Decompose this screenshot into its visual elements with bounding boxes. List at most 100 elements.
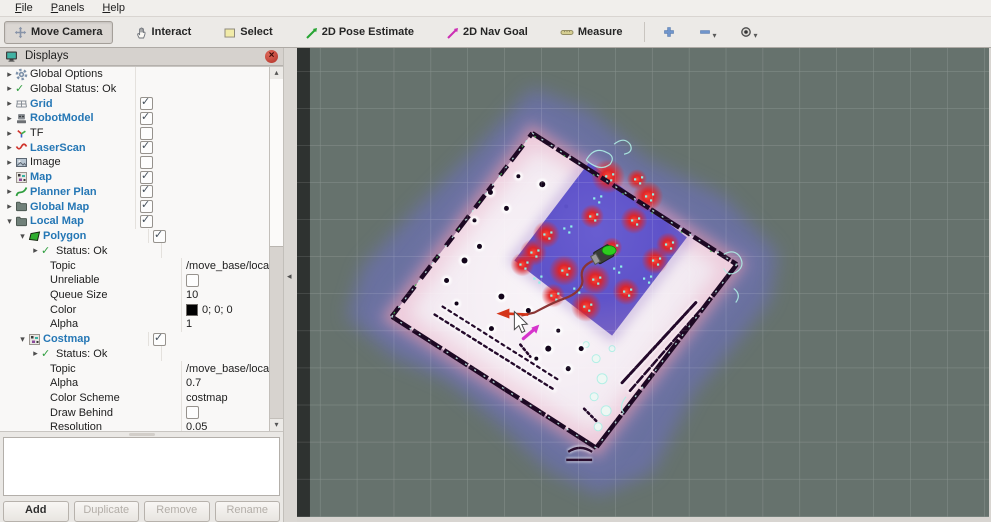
display-label: Topic [50, 362, 76, 375]
monitor-icon [5, 50, 20, 63]
display-row-grid[interactable]: ▸ Grid [0, 96, 270, 111]
dropdown-caret-icon[interactable]: ▾ [754, 32, 758, 40]
display-row-global-map[interactable]: ▸ Global Map [0, 199, 270, 214]
display-row-costmap[interactable]: ▾ Costmap [0, 331, 270, 347]
display-row-color[interactable]: Color 0; 0; 0 [0, 302, 270, 318]
tool-button-interact[interactable]: Interact [125, 21, 202, 44]
displays-panel-header[interactable]: Displays × [0, 48, 283, 66]
display-row-alpha[interactable]: Alpha 0.7 [0, 375, 270, 391]
property-value[interactable]: 1 [186, 318, 192, 330]
collapse-triangle-icon[interactable]: ▾ [4, 216, 15, 227]
displays-panel: Displays × ▸ Global Options ▸ ✓ Global Statu… [0, 48, 283, 522]
visibility-checkbox[interactable] [140, 111, 153, 125]
panel-splitter[interactable]: ◂ [283, 48, 297, 522]
display-row-draw-behind[interactable]: Draw Behind [0, 405, 270, 421]
display-row-topic[interactable]: Topic/move_base/local_co… [0, 361, 270, 376]
expand-triangle-icon[interactable]: ▸ [4, 113, 15, 124]
measure-ruler-icon [560, 25, 574, 39]
tool-button-2d-pose-estimate[interactable]: 2D Pose Estimate [295, 21, 424, 44]
expand-triangle-icon[interactable]: ▸ [4, 128, 15, 139]
scroll-down-icon[interactable]: ▾ [270, 417, 283, 431]
tool-button-2d-nav-goal[interactable]: 2D Nav Goal [436, 21, 538, 44]
visibility-checkbox[interactable] [186, 273, 199, 287]
property-value[interactable]: 0.7 [186, 377, 201, 389]
display-label: Image [30, 156, 61, 169]
property-value[interactable]: 0.05 [186, 421, 207, 430]
visibility-checkbox[interactable] [140, 170, 153, 184]
expand-triangle-icon[interactable]: ▸ [4, 157, 15, 168]
add-button[interactable]: Add [3, 501, 69, 522]
tool-button-zoom-in-plus[interactable] [656, 22, 682, 42]
display-row-laserscan[interactable]: ▸ LaserScan [0, 140, 270, 156]
display-label: Status: Ok [56, 244, 108, 257]
tool-button-camera-focus[interactable]: ▾ [733, 22, 764, 42]
display-label: RobotModel [30, 112, 94, 125]
close-icon[interactable]: × [265, 49, 278, 63]
visibility-checkbox[interactable] [140, 96, 153, 111]
visibility-checkbox[interactable] [140, 185, 153, 199]
display-row-alpha[interactable]: Alpha 1 [0, 317, 270, 332]
display-row-status-ok[interactable]: ▸ ✓ Status: Ok [0, 243, 270, 259]
property-value[interactable]: 10 [186, 289, 198, 301]
display-label: Global Status: Ok [30, 82, 117, 95]
expand-triangle-icon[interactable]: ▸ [4, 201, 15, 212]
tool-button-select[interactable]: Select [213, 21, 282, 44]
visibility-checkbox[interactable] [140, 199, 153, 214]
expand-triangle-icon[interactable]: ▸ [4, 186, 15, 197]
display-row-tf[interactable]: ▸ TF [0, 125, 270, 141]
display-row-color-scheme[interactable]: Color Scheme costmap [0, 390, 270, 406]
display-row-planner-plan[interactable]: ▸ Planner Plan [0, 184, 270, 200]
collapse-triangle-icon[interactable]: ▾ [17, 231, 28, 242]
visibility-checkbox[interactable] [140, 155, 153, 169]
tool-button-move-camera[interactable]: Move Camera [4, 20, 113, 44]
expand-triangle-icon[interactable]: ▸ [4, 142, 15, 153]
display-row-status-ok[interactable]: ▸ ✓ Status: Ok [0, 346, 270, 362]
color-swatch[interactable] [186, 303, 198, 316]
display-row-queue-size[interactable]: Queue Size 10 [0, 287, 270, 303]
expand-triangle-icon[interactable]: ▸ [30, 245, 41, 256]
scrollbar-thumb[interactable] [270, 78, 283, 248]
visibility-checkbox[interactable] [186, 406, 199, 420]
dropdown-caret-icon[interactable]: ▾ [713, 32, 717, 40]
tool-button-zoom-out-minus[interactable]: ▾ [692, 22, 723, 42]
property-value[interactable]: /move_base/local_co… [186, 363, 270, 375]
display-row-local-map[interactable]: ▾ Local Map [0, 214, 270, 229]
menu-item-help[interactable]: Help [93, 1, 134, 15]
visibility-checkbox[interactable] [153, 332, 166, 346]
display-row-global-status-ok[interactable]: ▸ ✓ Global Status: Ok [0, 81, 270, 97]
expand-triangle-icon[interactable]: ▸ [4, 83, 15, 94]
visibility-checkbox[interactable] [153, 229, 166, 243]
collapse-chevron-icon[interactable]: ◂ [287, 271, 292, 282]
visibility-checkbox[interactable] [140, 126, 153, 140]
display-row-map[interactable]: ▸ Map [0, 169, 270, 185]
expand-triangle-icon[interactable]: ▸ [4, 172, 15, 183]
property-value[interactable]: costmap [186, 392, 228, 404]
display-row-image[interactable]: ▸ Image [0, 155, 270, 170]
rename-button[interactable]: Rename [214, 501, 280, 522]
tool-button-measure[interactable]: Measure [550, 20, 633, 44]
collapse-triangle-icon[interactable]: ▾ [17, 334, 28, 345]
property-value[interactable]: 0; 0; 0 [202, 304, 233, 316]
visibility-checkbox[interactable] [140, 140, 153, 155]
display-row-polygon[interactable]: ▾ Polygon [0, 228, 270, 244]
visibility-checkbox[interactable] [140, 214, 153, 228]
display-row-topic[interactable]: Topic/move_base/local_co… [0, 258, 270, 273]
property-value[interactable]: /move_base/local_co… [186, 260, 270, 272]
display-label: Draw Behind [50, 406, 113, 419]
display-row-unreliable[interactable]: Unreliable [0, 272, 270, 288]
display-label: Queue Size [50, 288, 108, 301]
display-row-robotmodel[interactable]: ▸ RobotModel [0, 110, 270, 126]
display-row-resolution[interactable]: Resolution 0.05 [0, 420, 270, 431]
display-row-global-options[interactable]: ▸ Global Options [0, 66, 270, 82]
duplicate-button[interactable]: Duplicate [73, 501, 139, 522]
menu-item-panels[interactable]: Panels [42, 1, 94, 15]
display-label: Local Map [30, 215, 84, 228]
3d-viewport[interactable] [297, 48, 989, 517]
tool-button-label: Interact [151, 26, 192, 38]
remove-button[interactable]: Remove [144, 501, 210, 522]
tree-scrollbar[interactable]: ▴ ▾ [269, 66, 283, 431]
expand-triangle-icon[interactable]: ▸ [30, 348, 41, 359]
expand-triangle-icon[interactable]: ▸ [4, 69, 15, 80]
menu-item-file[interactable]: File [6, 1, 42, 15]
expand-triangle-icon[interactable]: ▸ [4, 98, 15, 109]
